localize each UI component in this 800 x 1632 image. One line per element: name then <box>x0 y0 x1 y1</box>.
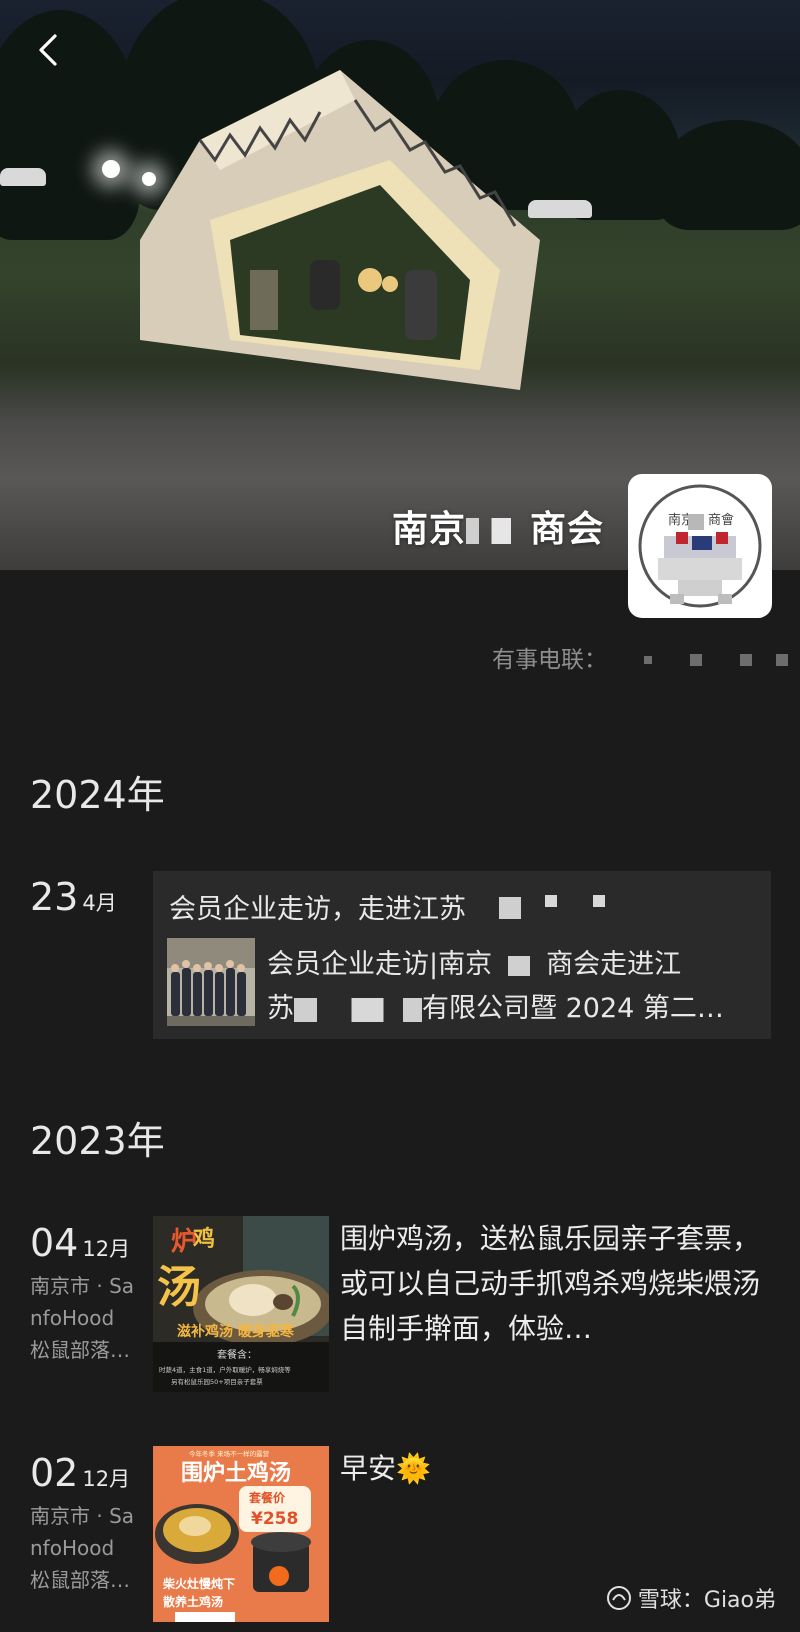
contact-info: 有事电联： <box>492 640 607 674</box>
chicken-soup-promo-poster: 今年冬季 来场不一样的露营 围炉土鸡汤 套餐价 ¥258 柴火灶慢炖下 散养土鸡… <box>153 1446 329 1622</box>
poster-text: ¥258 <box>251 1509 298 1529</box>
parked-car <box>0 168 46 186</box>
redacted-block <box>499 897 521 919</box>
post-month: 12月 <box>82 1237 131 1261</box>
article-text: 有限公司暨 2024 第二… <box>422 993 724 1024</box>
poster-text: 柴火灶慢炖下 <box>162 1576 235 1591</box>
redacted-block <box>690 654 702 666</box>
back-button[interactable] <box>28 30 68 70</box>
headline-text: 会员企业走访，走进江苏 <box>169 894 466 925</box>
location-line: 南京市 · Sa <box>30 1504 135 1528</box>
poster-text: 套餐价 <box>248 1490 286 1505</box>
redacted-block <box>545 895 557 907</box>
tent-illustration <box>140 70 540 390</box>
post-text: 围炉鸡汤，送松鼠乐园亲子套票，或可以自己动手抓鸡杀鸡烧柴煨汤自制手擀面，体验… <box>340 1222 761 1345</box>
redacted-block <box>776 654 788 666</box>
tree-silhouette <box>0 10 140 240</box>
location-line: nfoHood <box>30 1536 115 1560</box>
post-date: 23 4月 <box>30 878 117 916</box>
logo-text: 商會 <box>708 513 734 528</box>
poster-text: 散养土鸡汤 <box>163 1594 223 1609</box>
title-part: 商会 <box>529 509 604 550</box>
poster-text: 滋补鸡汤 暖身驱寒 <box>177 1323 295 1340</box>
page-title: 南京 商会 <box>392 500 604 552</box>
post-location[interactable]: 南京市 · Sa nfoHood 松鼠部落… <box>30 1270 142 1366</box>
association-logo: 南京 商會 <box>638 484 762 608</box>
redacted-block <box>740 654 752 666</box>
location-line: 松鼠部落… <box>30 1568 130 1592</box>
redacted-block <box>644 656 652 664</box>
location-line: nfoHood <box>30 1306 115 1330</box>
post-image[interactable]: 炉 鸡 汤 滋补鸡汤 暖身驱寒 套餐含： 时蔬4道，主食1道，户外取暖炉，畅享焖… <box>153 1216 329 1392</box>
location-line: 松鼠部落… <box>30 1338 130 1362</box>
redacted-block <box>593 895 605 907</box>
redacted-block <box>294 997 422 1022</box>
post-day: 02 <box>30 1451 79 1495</box>
post-month: 4月 <box>82 891 117 915</box>
post-day: 04 <box>30 1221 79 1265</box>
article-text: 商会走进江 <box>546 949 682 980</box>
contact-label: 有事电联： <box>492 647 607 673</box>
poster-text: 时蔬4道，主食1道，户外取暖炉，畅享焖烧等 <box>159 1365 291 1374</box>
post-image[interactable]: 今年冬季 来场不一样的露营 围炉土鸡汤 套餐价 ¥258 柴火灶慢炖下 散养土鸡… <box>153 1446 329 1622</box>
post-date: 02 12月 <box>30 1454 130 1492</box>
watermark-text: 雪球：Giao弟 <box>637 1588 776 1613</box>
poster-text: 鸡 <box>192 1226 215 1252</box>
title-part: 南京 <box>391 509 466 550</box>
location-line: 南京市 · Sa <box>30 1274 135 1298</box>
article-text: 会员企业走访|南京 <box>267 949 493 980</box>
poster-text: 今年冬季 来场不一样的露营 <box>189 1449 270 1458</box>
article-text: 苏 <box>267 993 294 1024</box>
avatar[interactable]: 南京 商會 <box>628 474 772 618</box>
post-headline: 会员企业走访，走进江苏 <box>169 887 466 926</box>
post-day: 23 <box>30 875 79 919</box>
post-text: 早安🌞 <box>340 1446 760 1491</box>
post-location[interactable]: 南京市 · Sa nfoHood 松鼠部落… <box>30 1500 142 1596</box>
post-text-content: 早安 <box>340 1452 397 1485</box>
poster-text: 围炉土鸡汤 <box>181 1460 291 1486</box>
shared-article-card[interactable]: 会员企业走访，走进江苏 会员企业走访|南京 商会走进江 苏 有限公司暨 2024 第… <box>153 871 771 1039</box>
year-heading: 2023年 <box>30 1119 165 1163</box>
poster-text: 另有松鼠乐园50+项目亲子套票 <box>171 1377 263 1386</box>
camp-lamp <box>102 160 120 178</box>
sun-emoji-icon: 🌞 <box>396 1452 431 1485</box>
snowball-logo-icon <box>606 1586 631 1610</box>
group-photo <box>167 938 255 1026</box>
post-date: 04 12月 <box>30 1224 130 1262</box>
redacted-block <box>465 518 530 544</box>
watermark: 雪球：Giao弟 <box>606 1582 776 1614</box>
post-month: 12月 <box>82 1467 131 1491</box>
poster-text: 汤 <box>157 1262 201 1313</box>
tree-silhouette <box>660 120 800 230</box>
article-thumbnail <box>167 938 255 1026</box>
redacted-block <box>492 955 547 976</box>
poster-text: 套餐含： <box>217 1348 257 1361</box>
year-heading: 2024年 <box>30 773 165 817</box>
chevron-left-icon <box>39 34 57 66</box>
chicken-soup-poster: 炉 鸡 汤 滋补鸡汤 暖身驱寒 套餐含： 时蔬4道，主食1道，户外取暖炉，畅享焖… <box>153 1216 329 1392</box>
article-title: 会员企业走访|南京 商会走进江 苏 有限公司暨 2024 第二… <box>267 943 753 1031</box>
